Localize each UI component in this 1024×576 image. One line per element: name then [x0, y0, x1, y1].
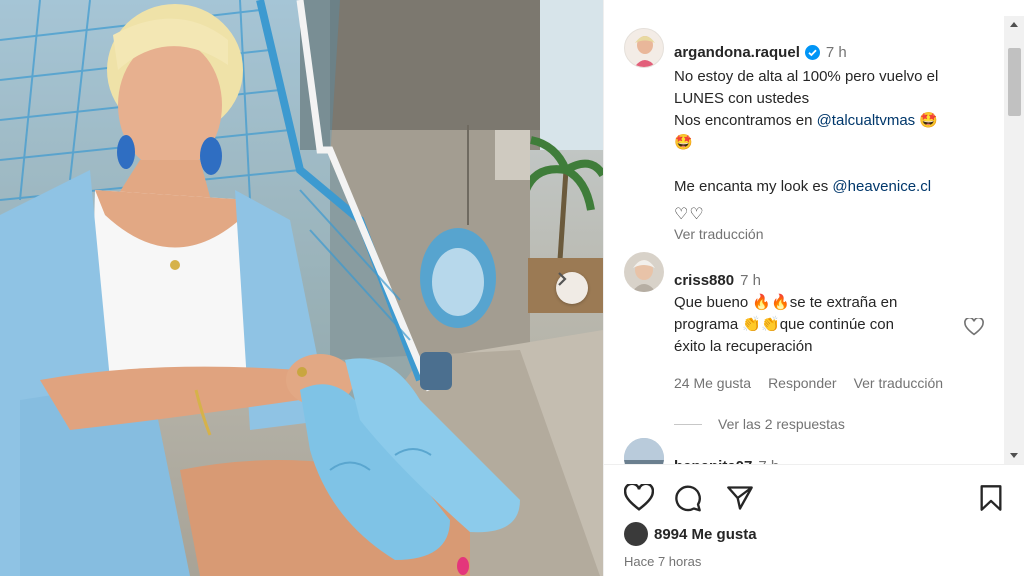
post-timestamp[interactable]: Hace 7 horas	[624, 554, 701, 569]
verified-badge-icon	[804, 45, 820, 60]
emoji-star-struck-1: 🤩	[919, 112, 939, 129]
send-icon[interactable]	[726, 484, 754, 517]
photo-illustration	[0, 0, 603, 576]
liker-avatar	[624, 522, 648, 546]
next-photo-button[interactable]	[556, 272, 588, 304]
caption-text: No estoy de alta al 100% pero vuelvo el …	[674, 66, 994, 198]
instagram-post-view: argandona.raquel 7 h No estoy de alta al…	[0, 0, 1024, 576]
scroll-up-arrow-icon[interactable]	[1010, 22, 1018, 27]
caption-line-3: Nos encontramos en @talcualtvmas 🤩	[674, 110, 994, 132]
post-photo[interactable]	[0, 0, 603, 576]
commenter-avatar[interactable]	[624, 252, 664, 292]
caption-line-look: Me encanta my look es @heavenice.cl	[674, 176, 994, 198]
scrollbar-thumb[interactable]	[1008, 48, 1021, 116]
comment-header: criss880 7 h	[674, 272, 761, 289]
caption-line-1: No estoy de alta al 100% pero vuelvo el	[674, 68, 939, 85]
comment-reply-button[interactable]: Responder	[768, 375, 837, 391]
replies-divider	[674, 423, 702, 425]
post-actions-bar	[622, 482, 1007, 517]
actions-divider	[604, 464, 1024, 465]
view-replies-button[interactable]: Ver las 2 respuestas	[674, 416, 845, 432]
heart-icon[interactable]	[623, 482, 655, 517]
comment-translate-link[interactable]: Ver traducción	[854, 375, 944, 391]
comment-text: Que bueno 🔥🔥se te extraña en programa 👏👏…	[674, 292, 974, 358]
mention-link-talcualtvmas[interactable]: @talcualtvmas	[817, 112, 916, 129]
post-side-panel: argandona.raquel 7 h No estoy de alta al…	[603, 0, 1024, 576]
caption-look-text: Me encanta my look es	[674, 178, 833, 195]
comments-scroll-area[interactable]: argandona.raquel 7 h No estoy de alta al…	[604, 16, 1004, 464]
comment-icon[interactable]	[674, 484, 702, 517]
caption-hearts: ♡♡	[674, 206, 705, 223]
scroll-down-arrow-icon[interactable]	[1010, 453, 1018, 458]
comment-line-2: programa 👏👏que continúe con	[674, 316, 894, 333]
mention-link-heavenice[interactable]: @heavenice.cl	[832, 178, 931, 195]
comment-line-3: éxito la recuperación	[674, 338, 813, 355]
likes-summary[interactable]: 8994 Me gusta	[624, 522, 757, 546]
comments-scrollbar[interactable]	[1004, 16, 1024, 464]
comment-meta: 24 Me gusta Responder Ver traducción	[674, 375, 943, 391]
caption-translate-link[interactable]: Ver traducción	[674, 226, 764, 242]
bookmark-icon[interactable]	[978, 484, 1004, 517]
caption-emoji-line: 🤩	[674, 134, 693, 151]
author-username[interactable]: argandona.raquel	[674, 44, 800, 61]
caption-time[interactable]: 7 h	[826, 44, 847, 61]
view-replies-label: Ver las 2 respuestas	[718, 416, 845, 432]
comment-time[interactable]: 7 h	[740, 272, 761, 289]
caption-header: argandona.raquel 7 h	[674, 44, 847, 61]
author-avatar[interactable]	[624, 28, 664, 68]
commenter-avatar[interactable]	[624, 438, 664, 464]
caption-line-3-text: Nos encontramos en	[674, 112, 817, 129]
comment-line-1: Que bueno 🔥🔥se te extraña en	[674, 294, 898, 311]
comment-like-heart-icon[interactable]	[964, 316, 984, 341]
likes-count[interactable]: 8994 Me gusta	[654, 526, 757, 543]
commenter-username[interactable]: criss880	[674, 272, 734, 289]
comment-likes-count[interactable]: 24 Me gusta	[674, 375, 751, 391]
caption-line-2: LUNES con ustedes	[674, 90, 810, 107]
